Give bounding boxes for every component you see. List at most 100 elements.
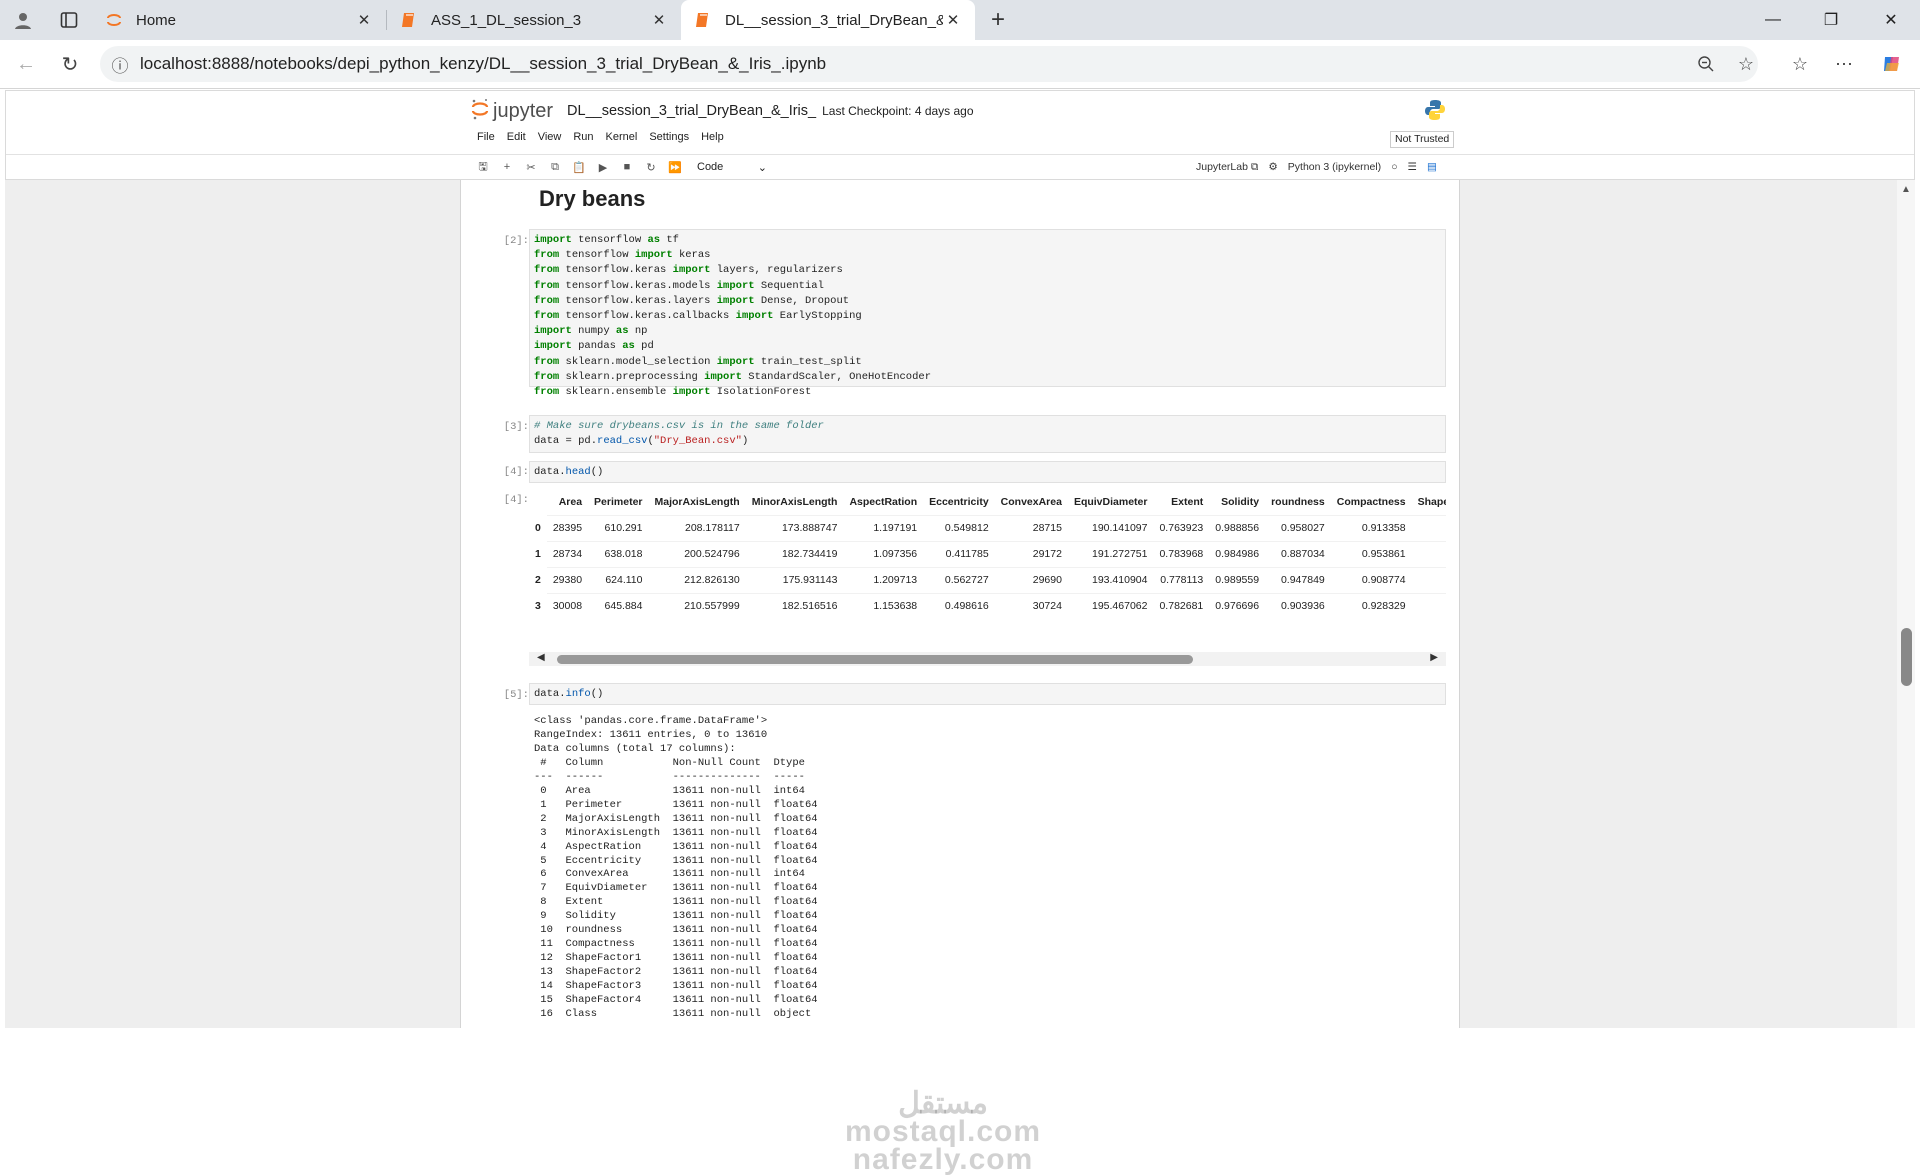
debugger-icon[interactable]: ⚙ (1268, 161, 1277, 173)
notebook-icon (693, 10, 713, 30)
jupyter-icon (104, 10, 124, 30)
cell-type-select[interactable]: Code ⌄ (697, 161, 767, 174)
dataframe-header-row: Area Perimeter MajorAxisLength MinorAxisLen… (529, 489, 1446, 515)
browser-tab-bar: Home ✕ ASS_1_DL_session_3 ✕ DL__session_… (0, 0, 1920, 40)
code-cell-head[interactable]: data.head() (529, 461, 1446, 483)
scroll-left-arrow-icon[interactable]: ◀ (537, 652, 545, 663)
menu-settings[interactable]: Settings (643, 131, 695, 151)
table-cell: 0.947849 (1265, 566, 1331, 593)
copy-icon[interactable]: ⧉ (543, 161, 567, 174)
menu-help[interactable]: Help (695, 131, 730, 151)
menu-file[interactable]: File (471, 131, 501, 151)
code-cell-info[interactable]: data.info() (529, 683, 1446, 705)
favorite-star-icon[interactable]: ☆ (1726, 48, 1766, 80)
column-header: roundness (1271, 495, 1325, 508)
column-header: Solidity (1221, 495, 1260, 508)
url-text[interactable]: localhost:8888/notebooks/depi_python_ken… (140, 54, 826, 74)
restore-button[interactable]: ❐ (1802, 0, 1860, 40)
row-index: 1 (535, 548, 541, 560)
column-header: AspectRation (849, 495, 918, 508)
table-cell: 0.976696 (1209, 592, 1266, 609)
column-header: EquivDiameter (1073, 495, 1148, 508)
more-options-icon[interactable]: ⋯ (1824, 48, 1864, 80)
table-cell: 208.178117 (648, 514, 746, 541)
table-cell: 0.549812 (923, 514, 995, 541)
table-row: 1 28734 638.018 200.524796 182.734419 1.09735… (529, 540, 1446, 567)
cell-type-value: Code (697, 160, 724, 173)
jupyterlab-link[interactable]: JupyterLab ⧉ (1196, 161, 1258, 174)
notebook-icon (399, 10, 419, 30)
jupyter-logo-icon[interactable] (471, 98, 489, 125)
reload-icon[interactable]: ↻ (50, 44, 90, 84)
column-header: MinorAxisLength (751, 495, 838, 508)
jupyter-header: jupyter DL__session_3_trial_DryBean_&_Ir… (5, 90, 1915, 180)
horizontal-scrollbar[interactable]: ◀ ▶ (529, 652, 1446, 666)
kernel-name[interactable]: Python 3 (ipykernel) (1288, 161, 1381, 173)
table-cell: 0.908774 (1330, 566, 1412, 593)
table-cell: 0.783968 (1153, 540, 1210, 567)
menu-kernel[interactable]: Kernel (600, 131, 644, 151)
table-cell: 1.197191 (843, 514, 924, 541)
external-link-icon: ⧉ (1250, 160, 1259, 173)
table-cell: 30724 (994, 592, 1068, 609)
tab-title: ASS_1_DL_session_3 (431, 11, 582, 29)
kernel-status-icon: ○ (1391, 161, 1398, 173)
table-cell: 30008 (546, 592, 589, 609)
table-cell: 28734 (546, 540, 589, 567)
close-tab-icon[interactable]: ✕ (649, 11, 669, 29)
close-tab-icon[interactable]: ✕ (943, 11, 963, 29)
column-header: MajorAxisLength (654, 495, 740, 508)
column-header (529, 489, 547, 515)
cut-icon[interactable]: ✂ (519, 161, 543, 174)
cell-prompt: [5]: (503, 689, 529, 701)
url-bar[interactable]: ⓘ localhost:8888/notebooks/depi_python_k… (100, 46, 1758, 82)
vertical-scroll-thumb[interactable] (1901, 628, 1912, 686)
minimize-button[interactable]: — (1744, 0, 1802, 40)
trusted-status-button[interactable]: Not Trusted (1390, 131, 1455, 148)
favorites-icon[interactable]: ☆ (1780, 48, 1820, 80)
column-header: Eccentricity (929, 495, 989, 508)
code-cell-imports[interactable]: import tensorflow as tf from tensorflow … (529, 229, 1446, 398)
table-cell: 0.953861 (1330, 540, 1412, 567)
row-index: 3 (535, 600, 541, 609)
tab-home[interactable]: Home ✕ (92, 0, 386, 40)
stop-icon[interactable]: ■ (615, 161, 639, 173)
save-icon[interactable]: 🖫 (471, 158, 495, 177)
copilot-icon[interactable] (1872, 48, 1912, 80)
info-output: <class 'pandas.core.frame.DataFrame'> Ra… (534, 715, 818, 1021)
close-window-button[interactable]: ✕ (1862, 0, 1920, 40)
table-cell: 0.984986 (1209, 540, 1266, 567)
vertical-scrollbar[interactable]: ▲ (1897, 180, 1915, 1028)
property-inspector-icon[interactable]: ▤ (1427, 161, 1437, 173)
back-arrow-icon[interactable]: ← (6, 44, 46, 84)
menu-view[interactable]: View (532, 131, 568, 151)
site-info-icon[interactable]: ⓘ (100, 52, 140, 77)
dataframe-body: 0 28395 610.291 208.178117 173.888747 1.19719… (529, 514, 1446, 609)
table-cell: 638.018 (588, 540, 649, 567)
table-cell: 210.557999 (648, 592, 746, 609)
toc-icon[interactable]: ☰ (1408, 161, 1417, 173)
jupyter-logo-text[interactable]: jupyter (493, 100, 553, 123)
tab-title: DL__session_3_trial_DryBean_&_Iris_.ipyn… (725, 11, 943, 29)
fast-forward-icon[interactable]: ⏩ (663, 161, 687, 174)
menu-run[interactable]: Run (567, 131, 599, 151)
paste-icon[interactable]: 📋 (567, 161, 591, 174)
close-tab-icon[interactable]: ✕ (354, 11, 374, 29)
tab-ass1[interactable]: ASS_1_DL_session_3 ✕ (387, 0, 681, 40)
scroll-right-arrow-icon[interactable]: ▶ (1430, 652, 1438, 663)
run-icon[interactable]: ▶ (591, 161, 615, 174)
profile-icon[interactable] (0, 0, 46, 40)
tab-dl-session[interactable]: DL__session_3_trial_DryBean_&_Iris_.ipyn… (681, 0, 975, 40)
restart-icon[interactable]: ↻ (639, 161, 663, 174)
new-tab-button[interactable]: + (975, 0, 1021, 40)
zoom-out-icon[interactable] (1686, 48, 1726, 80)
menu-edit[interactable]: Edit (501, 131, 532, 151)
code-cell-read-csv[interactable]: # Make sure drybeans.csv is in the same … (529, 415, 1446, 453)
scroll-up-arrow-icon[interactable]: ▲ (1901, 184, 1911, 195)
tab-actions-icon[interactable] (46, 0, 92, 40)
table-cell: 0.782681 (1153, 592, 1210, 609)
markdown-heading: Dry beans (539, 186, 646, 211)
add-cell-icon[interactable]: + (495, 161, 519, 173)
horizontal-scroll-thumb[interactable] (557, 655, 1193, 664)
notebook-title[interactable]: DL__session_3_trial_DryBean_&_Iris_ (567, 103, 816, 119)
